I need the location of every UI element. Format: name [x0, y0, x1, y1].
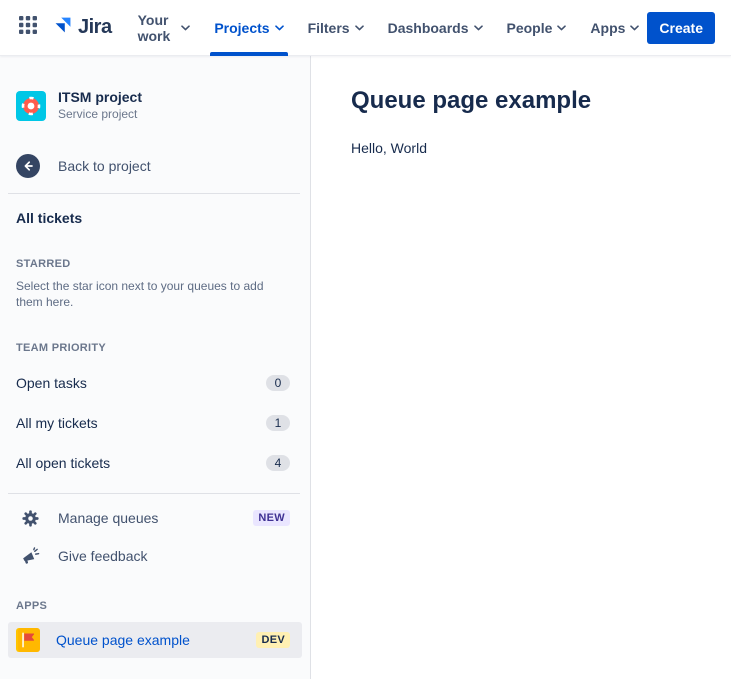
nav-item-your-work[interactable]: Your work [130, 0, 199, 56]
top-navigation-bar: Jira Your work Projects Filters Dashboar… [0, 0, 731, 56]
give-feedback-button[interactable]: Give feedback [0, 538, 310, 574]
queue-label: All my tickets [16, 415, 98, 431]
team-priority-section-header: TEAM PRIORITY [16, 342, 107, 354]
starred-section-header: STARRED [16, 258, 71, 270]
give-feedback-label: Give feedback [58, 548, 148, 564]
jira-logo[interactable]: Jira [52, 14, 112, 41]
nav-item-label: Your work [137, 11, 171, 44]
nav-item-dashboards[interactable]: Dashboards [380, 0, 491, 56]
chevron-down-icon [274, 24, 284, 31]
project-avatar [16, 90, 46, 121]
queue-item-all-open-tickets[interactable]: All open tickets 4 [0, 443, 310, 483]
jira-logo-text: Jira [78, 16, 112, 38]
starred-empty-hint: Select the star icon next to your queues… [16, 279, 264, 309]
project-header: ITSM project Service project [0, 89, 310, 122]
page-body-text: Hello, World [351, 140, 427, 156]
sidebar-divider [8, 493, 300, 494]
main-panel: Queue page example Hello, World [311, 56, 731, 679]
back-arrow-icon [16, 154, 40, 178]
create-button[interactable]: Create [647, 11, 715, 44]
app-item-queue-page-example[interactable]: Queue page example DEV [8, 622, 302, 658]
nav-item-label: Apps [590, 19, 626, 36]
back-to-project-link[interactable]: Back to project [0, 154, 310, 178]
jira-app-window: Jira Your work Projects Filters Dashboar… [0, 0, 731, 679]
page-title: Queue page example [351, 87, 592, 114]
nav-item-people[interactable]: People [499, 0, 575, 56]
back-to-project-label: Back to project [58, 158, 151, 174]
queue-count-badge: 1 [266, 415, 290, 431]
project-type: Service project [58, 107, 138, 121]
grid-icon [18, 15, 38, 40]
project-title-block: ITSM project Service project [58, 89, 142, 122]
megaphone-icon [20, 546, 40, 566]
manage-queues-label: Manage queues [58, 510, 159, 526]
chevron-down-icon [473, 24, 483, 31]
queue-label: Open tasks [16, 375, 87, 391]
apps-section-header: APPS [16, 600, 48, 612]
nav-item-label: People [506, 19, 553, 36]
new-badge: NEW [253, 510, 290, 526]
nav-item-label: Projects [214, 19, 270, 36]
manage-queues-button[interactable]: Manage queues NEW [0, 500, 310, 536]
project-name: ITSM project [58, 89, 143, 105]
queue-item-all-my-tickets[interactable]: All my tickets 1 [0, 403, 310, 443]
nav-item-apps[interactable]: Apps [582, 0, 647, 56]
gear-icon [20, 508, 40, 528]
queue-count-badge: 0 [266, 375, 290, 391]
chevron-down-icon [557, 24, 567, 31]
chevron-down-icon [354, 24, 364, 31]
dev-badge: DEV [256, 632, 290, 648]
sidebar-divider [8, 193, 300, 194]
nav-item-projects[interactable]: Projects [206, 0, 291, 56]
queue-item-open-tasks[interactable]: Open tasks 0 [0, 363, 310, 403]
all-tickets-link[interactable]: All tickets [0, 210, 310, 226]
queue-list: Open tasks 0 All my tickets 1 All open t… [0, 363, 310, 483]
queues-sidebar: ITSM project Service project Back to pro… [0, 56, 311, 679]
app-switcher-button[interactable] [12, 12, 44, 44]
nav-item-label: Filters [307, 19, 350, 36]
nav-item-filters[interactable]: Filters [300, 0, 372, 56]
queue-label: All open tickets [16, 455, 111, 471]
flag-app-icon [16, 628, 40, 652]
app-item-label: Queue page example [56, 632, 190, 648]
nav-item-label: Dashboards [387, 19, 469, 36]
chevron-down-icon [630, 24, 640, 31]
content-area: ITSM project Service project Back to pro… [0, 56, 731, 679]
jira-logo-icon [52, 14, 74, 41]
primary-nav: Your work Projects Filters Dashboards Pe… [130, 0, 648, 56]
chevron-down-icon [181, 24, 191, 31]
queue-count-badge: 4 [266, 455, 290, 471]
